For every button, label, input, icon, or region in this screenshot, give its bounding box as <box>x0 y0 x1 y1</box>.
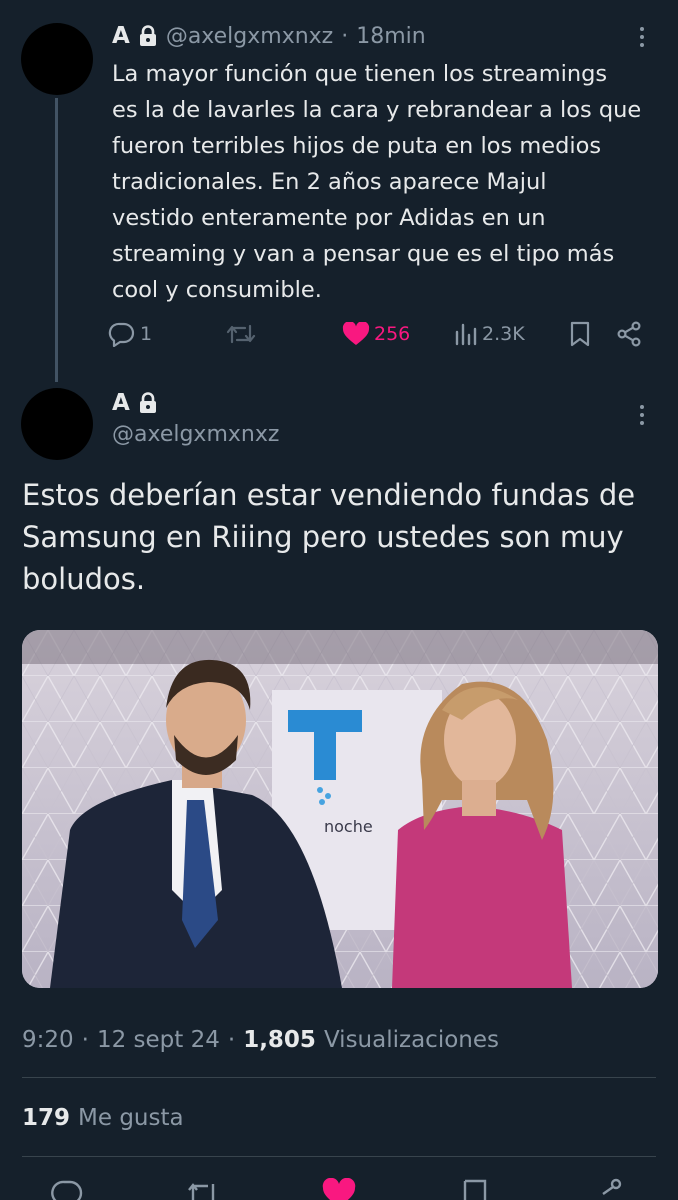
parent-tweet[interactable]: A @axelgxmxnxz · 18min La mayor función … <box>0 0 678 385</box>
heart-filled-icon[interactable] <box>322 1178 356 1200</box>
reply-count: 1 <box>140 323 153 345</box>
separator-dot: · <box>81 1027 89 1053</box>
views-count: 2.3K <box>482 323 525 345</box>
user-handle[interactable]: @axelgxmxnxz <box>166 24 333 49</box>
lock-icon <box>138 25 158 47</box>
logo-text: noche <box>324 817 373 836</box>
parent-tweet-header: A @axelgxmxnxz · 18min <box>112 20 638 52</box>
tweet-detail-page: A @axelgxmxnxz · 18min La mayor función … <box>0 0 678 1200</box>
main-tweet-author: A <box>112 386 158 420</box>
views-label: Visualizaciones <box>323 1027 499 1053</box>
share-button[interactable] <box>616 316 642 352</box>
tweet-time-ago[interactable]: 18min <box>356 24 425 49</box>
retweet-icon[interactable] <box>186 1178 220 1200</box>
tweet-time[interactable]: 9:20 <box>22 1027 74 1053</box>
avatar[interactable] <box>21 388 93 460</box>
main-tweet-text: Estos deberían estar vendiendo fundas de… <box>22 478 636 596</box>
like-button[interactable]: 256 <box>342 316 410 352</box>
reply-icon <box>108 322 135 347</box>
reply-button[interactable]: 1 <box>108 316 152 352</box>
divider <box>22 1077 656 1078</box>
display-name[interactable]: A <box>112 23 130 49</box>
tweet-date[interactable]: 12 sept 24 <box>97 1027 220 1053</box>
analytics-icon <box>455 323 477 346</box>
likes-label: Me gusta <box>78 1105 184 1131</box>
bookmark-icon[interactable] <box>460 1178 490 1200</box>
parent-tweet-text: La mayor función que tienen los streamin… <box>112 61 642 303</box>
more-options-icon[interactable] <box>632 22 652 52</box>
views-count: 1,805 <box>243 1027 316 1053</box>
bookmark-button[interactable] <box>568 316 592 352</box>
tweet-photo[interactable]: noche <box>22 630 658 988</box>
more-options-icon[interactable] <box>632 400 652 430</box>
separator-dot: · <box>341 23 349 49</box>
likes-summary[interactable]: 179 Me gusta <box>22 1100 184 1136</box>
tweet-meta: 9:20 · 12 sept 24 · 1,805 Visualizacione… <box>22 1022 499 1058</box>
like-count: 256 <box>374 323 411 345</box>
share-icon <box>617 321 641 347</box>
lock-icon <box>138 392 158 414</box>
reply-icon[interactable] <box>50 1178 84 1200</box>
thread-connector-line <box>55 98 58 382</box>
display-name[interactable]: A <box>112 390 130 416</box>
retweet-icon <box>226 324 256 344</box>
main-tweet-action-bar <box>0 1168 678 1200</box>
bookmark-icon <box>570 321 590 347</box>
retweet-button[interactable] <box>226 316 260 352</box>
tweet-actions: 1 256 2.3K <box>108 316 648 352</box>
likes-count: 179 <box>22 1105 71 1131</box>
avatar[interactable] <box>21 23 93 95</box>
divider <box>22 1156 656 1157</box>
heart-filled-icon <box>342 322 370 345</box>
share-icon[interactable] <box>594 1178 624 1200</box>
photo-two-presenters-icon: noche <box>22 630 658 988</box>
user-handle[interactable]: @axelgxmxnxz <box>112 422 279 447</box>
views-button[interactable]: 2.3K <box>454 316 525 352</box>
separator-dot: · <box>227 1027 236 1053</box>
